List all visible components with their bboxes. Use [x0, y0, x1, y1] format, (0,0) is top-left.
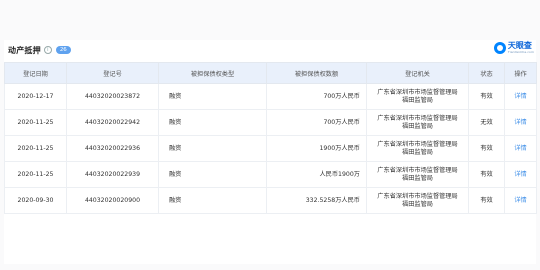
logo-name: 天眼查 — [507, 41, 532, 50]
cell-type: 融资 — [158, 135, 267, 162]
details-link[interactable]: 详情 — [504, 83, 537, 110]
cell-status: 有效 — [468, 187, 505, 214]
table-row: 2020-11-25 44032020022942 融资 700万人民币 广东省… — [4, 109, 537, 136]
chattel-mortgage-panel: 动产抵押 i 26 天眼查 TianYanCha.com 登记日期 登记号 被担… — [4, 40, 537, 264]
details-link[interactable]: 详情 — [504, 135, 537, 162]
cell-date: 2020-12-17 — [4, 83, 67, 110]
cell-authority: 广东省深圳市市场监督管理局 福田监管局 — [366, 135, 469, 162]
cell-authority: 广东省深圳市市场监督管理局 福田监管局 — [366, 83, 469, 110]
cell-reg-no: 44032020020900 — [66, 187, 159, 214]
cell-amount: 700万人民币 — [266, 109, 367, 136]
cell-reg-no: 44032020022942 — [66, 109, 159, 136]
table-row: 2020-09-30 44032020020900 融资 332.5258万人民… — [4, 187, 537, 214]
cell-authority: 广东省深圳市市场监督管理局 福田监管局 — [366, 187, 469, 214]
cell-date: 2020-11-25 — [4, 109, 67, 136]
cell-amount: 人民币1900万 — [266, 161, 367, 188]
mortgage-table: 登记日期 登记号 被担保债权类型 被担保债权数额 登记机关 状态 操作 2020… — [4, 62, 537, 214]
table-row: 2020-11-25 44032020022939 融资 人民币1900万 广东… — [4, 161, 537, 188]
col-header-status: 状态 — [468, 62, 505, 84]
logo-eye-icon — [493, 41, 506, 54]
cell-reg-no: 44032020022936 — [66, 135, 159, 162]
cell-type: 融资 — [158, 187, 267, 214]
info-icon[interactable]: i — [43, 46, 52, 54]
table-row: 2020-11-25 44032020022936 融资 1900万人民币 广东… — [4, 135, 537, 162]
cell-amount: 332.5258万人民币 — [266, 187, 367, 214]
cell-date: 2020-11-25 — [4, 161, 67, 188]
cell-date: 2020-09-30 — [4, 187, 67, 214]
details-link[interactable]: 详情 — [504, 161, 537, 188]
section-title: 动产抵押 — [8, 45, 41, 55]
col-header-action: 操作 — [504, 62, 537, 84]
cell-status: 有效 — [468, 161, 505, 188]
count-badge: 26 — [55, 46, 71, 54]
col-header-reg-no: 登记号 — [66, 62, 159, 84]
cell-type: 融资 — [158, 109, 267, 136]
col-header-date: 登记日期 — [4, 62, 67, 84]
cell-status: 有效 — [468, 135, 505, 162]
cell-amount: 1900万人民币 — [266, 135, 367, 162]
cell-status: 无效 — [468, 109, 505, 136]
col-header-type: 被担保债权类型 — [158, 62, 267, 84]
cell-reg-no: 44032020023872 — [66, 83, 159, 110]
cell-status: 有效 — [468, 83, 505, 110]
details-link[interactable]: 详情 — [504, 187, 537, 214]
cell-amount: 700万人民币 — [266, 83, 367, 110]
col-header-authority: 登记机关 — [366, 62, 469, 84]
table-header-row: 登记日期 登记号 被担保债权类型 被担保债权数额 登记机关 状态 操作 — [4, 62, 537, 84]
logo-subtext: TianYanCha.com — [507, 50, 534, 54]
table-row: 2020-12-17 44032020023872 融资 700万人民币 广东省… — [4, 83, 537, 110]
cell-authority: 广东省深圳市市场监督管理局 福田监管局 — [366, 161, 469, 188]
section-header: 动产抵押 i 26 天眼查 TianYanCha.com — [4, 40, 536, 60]
cell-type: 融资 — [158, 83, 267, 110]
col-header-amount: 被担保债权数额 — [266, 62, 367, 84]
details-link[interactable]: 详情 — [504, 109, 537, 136]
cell-date: 2020-11-25 — [4, 135, 67, 162]
cell-type: 融资 — [158, 161, 267, 188]
tianyancha-logo: 天眼查 TianYanCha.com — [493, 41, 534, 54]
cell-authority: 广东省深圳市市场监督管理局 福田监管局 — [366, 109, 469, 136]
cell-reg-no: 44032020022939 — [66, 161, 159, 188]
